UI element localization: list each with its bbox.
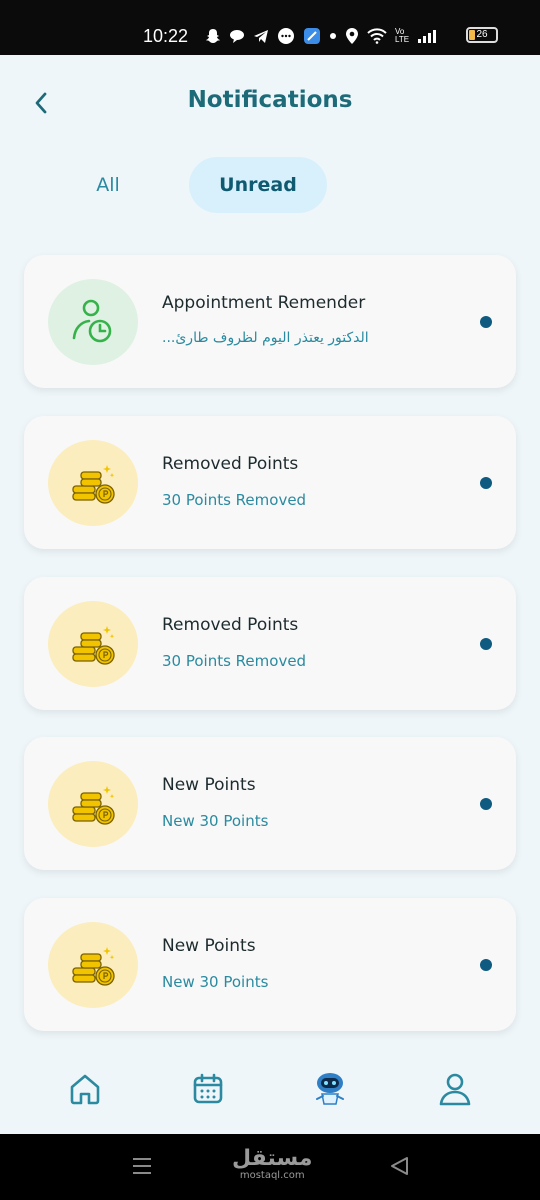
coins-icon [72,465,115,504]
header: Notifications [0,55,540,150]
unread-dot [480,316,492,328]
profile-icon [439,1073,471,1106]
tab-all[interactable]: All [70,159,146,211]
menu-lines-icon [133,1158,151,1174]
notification-icon-wrapper [48,922,138,1008]
battery-indicator: 26 [466,27,498,43]
notification-icon-wrapper [48,279,138,365]
recent-apps-button[interactable] [130,1154,158,1180]
notification-card[interactable]: New Points New 30 Points [24,737,516,870]
page-title: Notifications [187,87,353,113]
status-time: 10:22 [143,26,189,46]
watermark-main: مستقل [232,1146,313,1171]
notification-subtitle: 30 Points Removed [162,652,307,670]
coins-icon [72,947,115,986]
tab-unread[interactable]: Unread [189,157,327,213]
notification-subtitle: New 30 Points [162,812,269,830]
watermark-sub: mostaql.com [239,1170,305,1181]
unread-dot [480,959,492,971]
status-bar: 10:22 Vo LTE 26 [0,0,540,55]
filter-tabs: All Unread [0,155,540,215]
nav-profile[interactable] [435,1069,475,1109]
unread-dot [480,638,492,650]
status-icons: Vo LTE [205,26,437,46]
battery-level: 26 [476,29,488,40]
telegram-icon [253,28,269,44]
user-clock-icon [72,299,112,343]
signal-icon [417,28,437,44]
triangle-back-icon [391,1157,408,1175]
bottom-nav [0,1043,540,1134]
unread-dot [480,477,492,489]
app-icon [303,27,321,45]
coins-icon [72,786,115,825]
nav-assistant[interactable] [310,1069,350,1109]
notification-title: Removed Points [162,454,299,474]
snapchat-icon [205,28,221,44]
notification-icon-wrapper [48,440,138,526]
notification-subtitle: الدكتور يعتذر اليوم لظروف طارئ... [162,330,369,346]
message-icon [277,27,295,45]
dot-icon [329,32,337,40]
volte-label: Vo LTE [395,27,410,44]
nav-home[interactable] [65,1069,105,1109]
notification-subtitle: 30 Points Removed [162,491,307,509]
notification-title: New Points [162,775,256,795]
watermark: مستقل mostaql.com [232,1148,312,1182]
notification-title: Removed Points [162,615,299,635]
notification-title: New Points [162,936,256,956]
notification-card[interactable]: New Points New 30 Points [24,898,516,1031]
coins-icon [72,626,115,665]
nav-calendar[interactable] [188,1069,228,1109]
notification-card[interactable]: Removed Points 30 Points Removed [24,577,516,710]
notification-card[interactable]: Removed Points 30 Points Removed [24,416,516,549]
location-icon [345,27,359,45]
chat-bubble-icon [229,28,245,44]
back-system-button[interactable] [388,1154,416,1180]
calendar-icon [193,1073,223,1104]
wifi-icon [367,28,387,44]
robot-assistant-icon [316,1073,344,1105]
notification-title: Appointment Remender [162,293,366,313]
notification-subtitle: New 30 Points [162,973,269,991]
unread-dot [480,798,492,810]
notification-icon-wrapper [48,761,138,847]
notification-icon-wrapper [48,601,138,687]
system-nav-bar: مستقل mostaql.com [0,1134,540,1200]
notification-card[interactable]: Appointment Remender الدكتور يعتذر اليوم… [24,255,516,388]
home-icon [70,1074,100,1105]
